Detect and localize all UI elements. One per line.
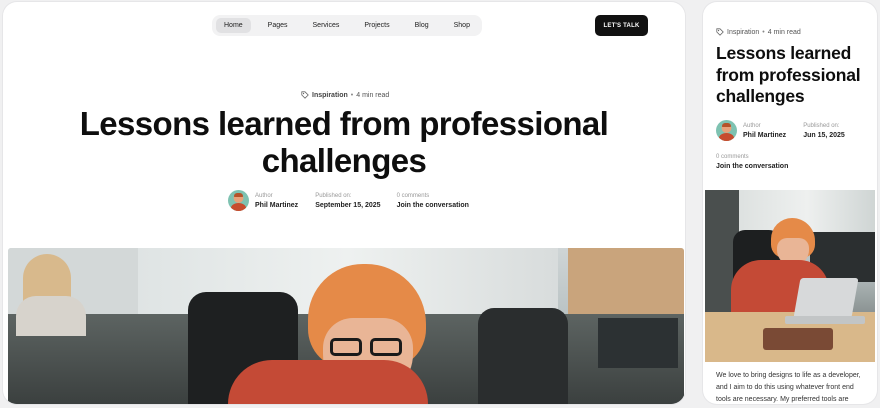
comments-count: 0 comments: [716, 154, 749, 160]
mobile-published-date: Jun 15, 2025: [803, 131, 845, 139]
author-block: Author Phil Martinez: [255, 193, 298, 209]
author-avatar: [716, 120, 737, 141]
category-link[interactable]: Inspiration: [312, 92, 348, 99]
comments-count: 0 comments: [396, 192, 430, 199]
hero-image: [8, 248, 684, 404]
post-title: Lessons learned from professional challe…: [79, 105, 609, 179]
mobile-hero-image: [705, 190, 875, 362]
author-avatar: [228, 190, 249, 211]
published-block: Published on: September 15, 2025: [315, 193, 380, 209]
meta-separator: •: [762, 28, 765, 36]
lets-talk-button[interactable]: LET'S TALK: [595, 15, 648, 36]
author-label: Author: [743, 122, 761, 129]
nav-shop[interactable]: Shop: [446, 18, 478, 33]
published-label: Published on:: [315, 192, 352, 199]
mobile-author-name[interactable]: Phil Martinez: [743, 132, 786, 139]
nav-home[interactable]: Home: [216, 18, 251, 33]
nav-projects[interactable]: Projects: [356, 18, 397, 33]
mobile-join-conversation-link[interactable]: Join the conversation: [716, 163, 788, 170]
published-label: Published on:: [803, 122, 840, 129]
mobile-published-block: Published on: Jun 15, 2025: [803, 123, 845, 139]
mobile-author-row: Author Phil Martinez Published on: Jun 1…: [716, 120, 845, 141]
join-conversation-link[interactable]: Join the conversation: [397, 202, 469, 209]
mobile-post-meta-tag: Inspiration • 4 min read: [716, 28, 801, 36]
comments-block: 0 comments Join the conversation: [397, 193, 469, 209]
mobile-comments-block: 0 comments Join the conversation: [716, 154, 788, 170]
main-nav: Home Pages Services Projects Blog Shop: [212, 15, 482, 36]
author-name[interactable]: Phil Martinez: [255, 202, 298, 209]
nav-blog[interactable]: Blog: [407, 18, 437, 33]
mobile-preview: Inspiration • 4 min read Lessons learned…: [703, 2, 877, 404]
mobile-author-block: Author Phil Martinez: [743, 123, 786, 139]
tag-icon: [716, 28, 724, 36]
post-body-text: We love to bring designs to life as a de…: [716, 372, 861, 403]
read-time: 4 min read: [356, 91, 390, 99]
published-date: September 15, 2025: [315, 201, 381, 209]
nav-pages[interactable]: Pages: [260, 18, 296, 33]
post-meta-tag: Inspiration • 4 min read: [301, 91, 389, 99]
meta-separator: •: [350, 91, 354, 99]
desktop-preview: Home Pages Services Projects Blog Shop L…: [3, 2, 685, 404]
mobile-post-title: Lessons learned from professional challe…: [716, 43, 861, 106]
nav-services[interactable]: Services: [305, 18, 348, 33]
tag-icon: [301, 91, 309, 99]
author-meta-row: Author Phil Martinez Published on: Septe…: [228, 190, 469, 211]
mobile-category-link[interactable]: Inspiration: [727, 29, 759, 36]
mobile-read-time: 4 min read: [767, 28, 801, 36]
author-label: Author: [255, 192, 273, 199]
